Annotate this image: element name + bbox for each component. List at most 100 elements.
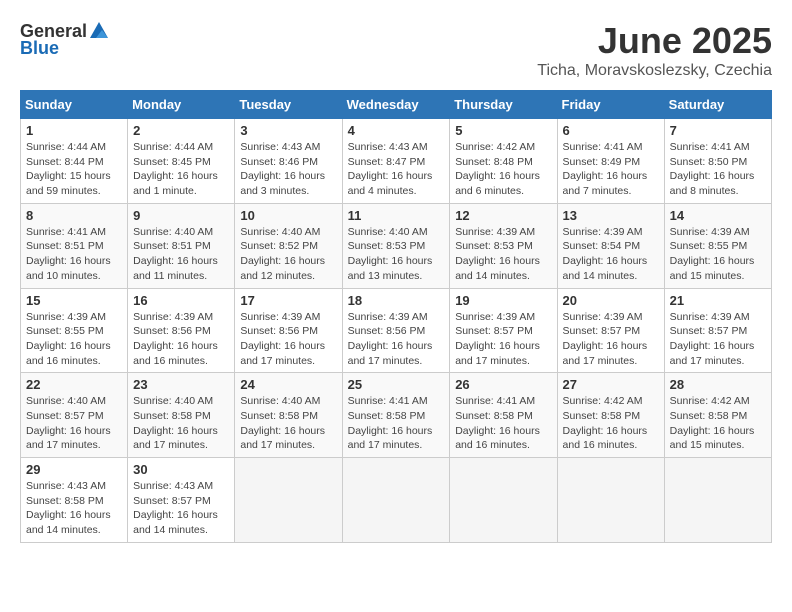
day-cell: 27Sunrise: 4:42 AM Sunset: 8:58 PM Dayli… — [557, 373, 664, 458]
day-cell: 12 Sunrise: 4:39 AM Sunset: 8:53 PM Dayli… — [450, 203, 557, 288]
weekday-header-saturday: Saturday — [664, 91, 771, 119]
week-row-4: 22 Sunrise: 4:40 AM Sunset: 8:57 PM Dayli… — [21, 373, 772, 458]
day-info: Sunrise: 4:42 AM Sunset: 8:48 PM Dayligh… — [455, 141, 540, 197]
day-cell: 1 Sunrise: 4:44 AM Sunset: 8:44 PM Daylig… — [21, 119, 128, 204]
day-cell: 9 Sunrise: 4:40 AM Sunset: 8:51 PM Daylig… — [128, 203, 235, 288]
day-cell: 28Sunrise: 4:42 AM Sunset: 8:58 PM Dayli… — [664, 373, 771, 458]
day-cell — [450, 458, 557, 543]
calendar-table: SundayMondayTuesdayWednesdayThursdayFrid… — [20, 90, 772, 543]
day-number: 27 — [563, 377, 659, 392]
weekday-header-friday: Friday — [557, 91, 664, 119]
day-number: 22 — [26, 377, 122, 392]
day-info: Sunrise: 4:43 AM Sunset: 8:57 PM Dayligh… — [133, 480, 218, 536]
day-number: 5 — [455, 123, 551, 138]
day-cell: 18 Sunrise: 4:39 AM Sunset: 8:56 PM Dayli… — [342, 288, 450, 373]
day-number: 17 — [240, 293, 336, 308]
day-info: Sunrise: 4:41 AM Sunset: 8:58 PM Dayligh… — [455, 395, 540, 451]
weekday-header-thursday: Thursday — [450, 91, 557, 119]
day-info: Sunrise: 4:40 AM Sunset: 8:52 PM Dayligh… — [240, 226, 325, 282]
day-info: Sunrise: 4:39 AM Sunset: 8:55 PM Dayligh… — [670, 226, 755, 282]
day-info: Sunrise: 4:41 AM Sunset: 8:58 PM Dayligh… — [348, 395, 433, 451]
day-cell: 11Sunrise: 4:40 AM Sunset: 8:53 PM Dayli… — [342, 203, 450, 288]
day-info: Sunrise: 4:39 AM Sunset: 8:57 PM Dayligh… — [670, 311, 755, 367]
day-number: 30 — [133, 462, 229, 477]
day-cell: 2 Sunrise: 4:44 AM Sunset: 8:45 PM Daylig… — [128, 119, 235, 204]
weekday-header-tuesday: Tuesday — [235, 91, 342, 119]
weekday-header-sunday: Sunday — [21, 91, 128, 119]
day-info: Sunrise: 4:39 AM Sunset: 8:57 PM Dayligh… — [563, 311, 648, 367]
day-cell: 14 Sunrise: 4:39 AM Sunset: 8:55 PM Dayli… — [664, 203, 771, 288]
day-number: 19 — [455, 293, 551, 308]
day-number: 3 — [240, 123, 336, 138]
logo: General Blue — [20, 20, 111, 59]
day-info: Sunrise: 4:39 AM Sunset: 8:56 PM Dayligh… — [348, 311, 433, 367]
day-info: Sunrise: 4:44 AM Sunset: 8:45 PM Dayligh… — [133, 141, 218, 197]
day-number: 28 — [670, 377, 766, 392]
day-number: 20 — [563, 293, 659, 308]
day-info: Sunrise: 4:44 AM Sunset: 8:44 PM Dayligh… — [26, 141, 111, 197]
day-info: Sunrise: 4:39 AM Sunset: 8:55 PM Dayligh… — [26, 311, 111, 367]
day-info: Sunrise: 4:40 AM Sunset: 8:58 PM Dayligh… — [133, 395, 218, 451]
day-number: 10 — [240, 208, 336, 223]
day-number: 16 — [133, 293, 229, 308]
week-row-1: 1 Sunrise: 4:44 AM Sunset: 8:44 PM Daylig… — [21, 119, 772, 204]
week-row-2: 8Sunrise: 4:41 AM Sunset: 8:51 PM Daylig… — [21, 203, 772, 288]
day-info: Sunrise: 4:40 AM Sunset: 8:57 PM Dayligh… — [26, 395, 111, 451]
day-number: 13 — [563, 208, 659, 223]
day-cell: 21 Sunrise: 4:39 AM Sunset: 8:57 PM Dayli… — [664, 288, 771, 373]
day-cell: 25 Sunrise: 4:41 AM Sunset: 8:58 PM Dayli… — [342, 373, 450, 458]
day-info: Sunrise: 4:39 AM Sunset: 8:54 PM Dayligh… — [563, 226, 648, 282]
day-number: 8 — [26, 208, 122, 223]
day-cell: 13 Sunrise: 4:39 AM Sunset: 8:54 PM Dayli… — [557, 203, 664, 288]
day-number: 9 — [133, 208, 229, 223]
day-info: Sunrise: 4:40 AM Sunset: 8:51 PM Dayligh… — [133, 226, 218, 282]
logo-blue-text: Blue — [20, 38, 59, 59]
day-info: Sunrise: 4:39 AM Sunset: 8:56 PM Dayligh… — [240, 311, 325, 367]
day-number: 23 — [133, 377, 229, 392]
day-cell: 5 Sunrise: 4:42 AM Sunset: 8:48 PM Daylig… — [450, 119, 557, 204]
day-info: Sunrise: 4:39 AM Sunset: 8:56 PM Dayligh… — [133, 311, 218, 367]
day-cell: 30 Sunrise: 4:43 AM Sunset: 8:57 PM Dayli… — [128, 458, 235, 543]
day-cell: 8Sunrise: 4:41 AM Sunset: 8:51 PM Daylig… — [21, 203, 128, 288]
day-number: 18 — [348, 293, 445, 308]
day-cell — [557, 458, 664, 543]
day-number: 1 — [26, 123, 122, 138]
day-info: Sunrise: 4:39 AM Sunset: 8:53 PM Dayligh… — [455, 226, 540, 282]
day-info: Sunrise: 4:43 AM Sunset: 8:58 PM Dayligh… — [26, 480, 111, 536]
day-cell: 10 Sunrise: 4:40 AM Sunset: 8:52 PM Dayli… — [235, 203, 342, 288]
day-cell: 7Sunrise: 4:41 AM Sunset: 8:50 PM Daylig… — [664, 119, 771, 204]
weekday-header-monday: Monday — [128, 91, 235, 119]
location-title: Ticha, Moravskoslezsky, Czechia — [537, 62, 772, 80]
month-title: June 2025 — [537, 20, 772, 62]
day-number: 11 — [348, 208, 445, 223]
weekday-header-wednesday: Wednesday — [342, 91, 450, 119]
day-cell: 17 Sunrise: 4:39 AM Sunset: 8:56 PM Dayli… — [235, 288, 342, 373]
day-number: 26 — [455, 377, 551, 392]
day-cell — [342, 458, 450, 543]
day-number: 14 — [670, 208, 766, 223]
day-info: Sunrise: 4:41 AM Sunset: 8:49 PM Dayligh… — [563, 141, 648, 197]
day-number: 21 — [670, 293, 766, 308]
day-info: Sunrise: 4:40 AM Sunset: 8:58 PM Dayligh… — [240, 395, 325, 451]
day-cell: 29Sunrise: 4:43 AM Sunset: 8:58 PM Dayli… — [21, 458, 128, 543]
title-block: June 2025 Ticha, Moravskoslezsky, Czechi… — [537, 20, 772, 80]
day-info: Sunrise: 4:43 AM Sunset: 8:46 PM Dayligh… — [240, 141, 325, 197]
logo-icon — [88, 20, 110, 42]
day-number: 15 — [26, 293, 122, 308]
day-cell: 19 Sunrise: 4:39 AM Sunset: 8:57 PM Dayli… — [450, 288, 557, 373]
day-cell: 6Sunrise: 4:41 AM Sunset: 8:49 PM Daylig… — [557, 119, 664, 204]
day-info: Sunrise: 4:39 AM Sunset: 8:57 PM Dayligh… — [455, 311, 540, 367]
day-cell: 16 Sunrise: 4:39 AM Sunset: 8:56 PM Dayli… — [128, 288, 235, 373]
day-cell: 4Sunrise: 4:43 AM Sunset: 8:47 PM Daylig… — [342, 119, 450, 204]
day-cell: 22 Sunrise: 4:40 AM Sunset: 8:57 PM Dayli… — [21, 373, 128, 458]
day-cell: 3 Sunrise: 4:43 AM Sunset: 8:46 PM Daylig… — [235, 119, 342, 204]
day-cell — [664, 458, 771, 543]
day-number: 2 — [133, 123, 229, 138]
day-number: 12 — [455, 208, 551, 223]
day-cell: 20 Sunrise: 4:39 AM Sunset: 8:57 PM Dayli… — [557, 288, 664, 373]
day-cell: 15 Sunrise: 4:39 AM Sunset: 8:55 PM Dayli… — [21, 288, 128, 373]
page-header: General Blue June 2025 Ticha, Moravskosl… — [20, 20, 772, 80]
day-number: 25 — [348, 377, 445, 392]
day-cell: 26 Sunrise: 4:41 AM Sunset: 8:58 PM Dayli… — [450, 373, 557, 458]
day-cell: 24Sunrise: 4:40 AM Sunset: 8:58 PM Dayli… — [235, 373, 342, 458]
